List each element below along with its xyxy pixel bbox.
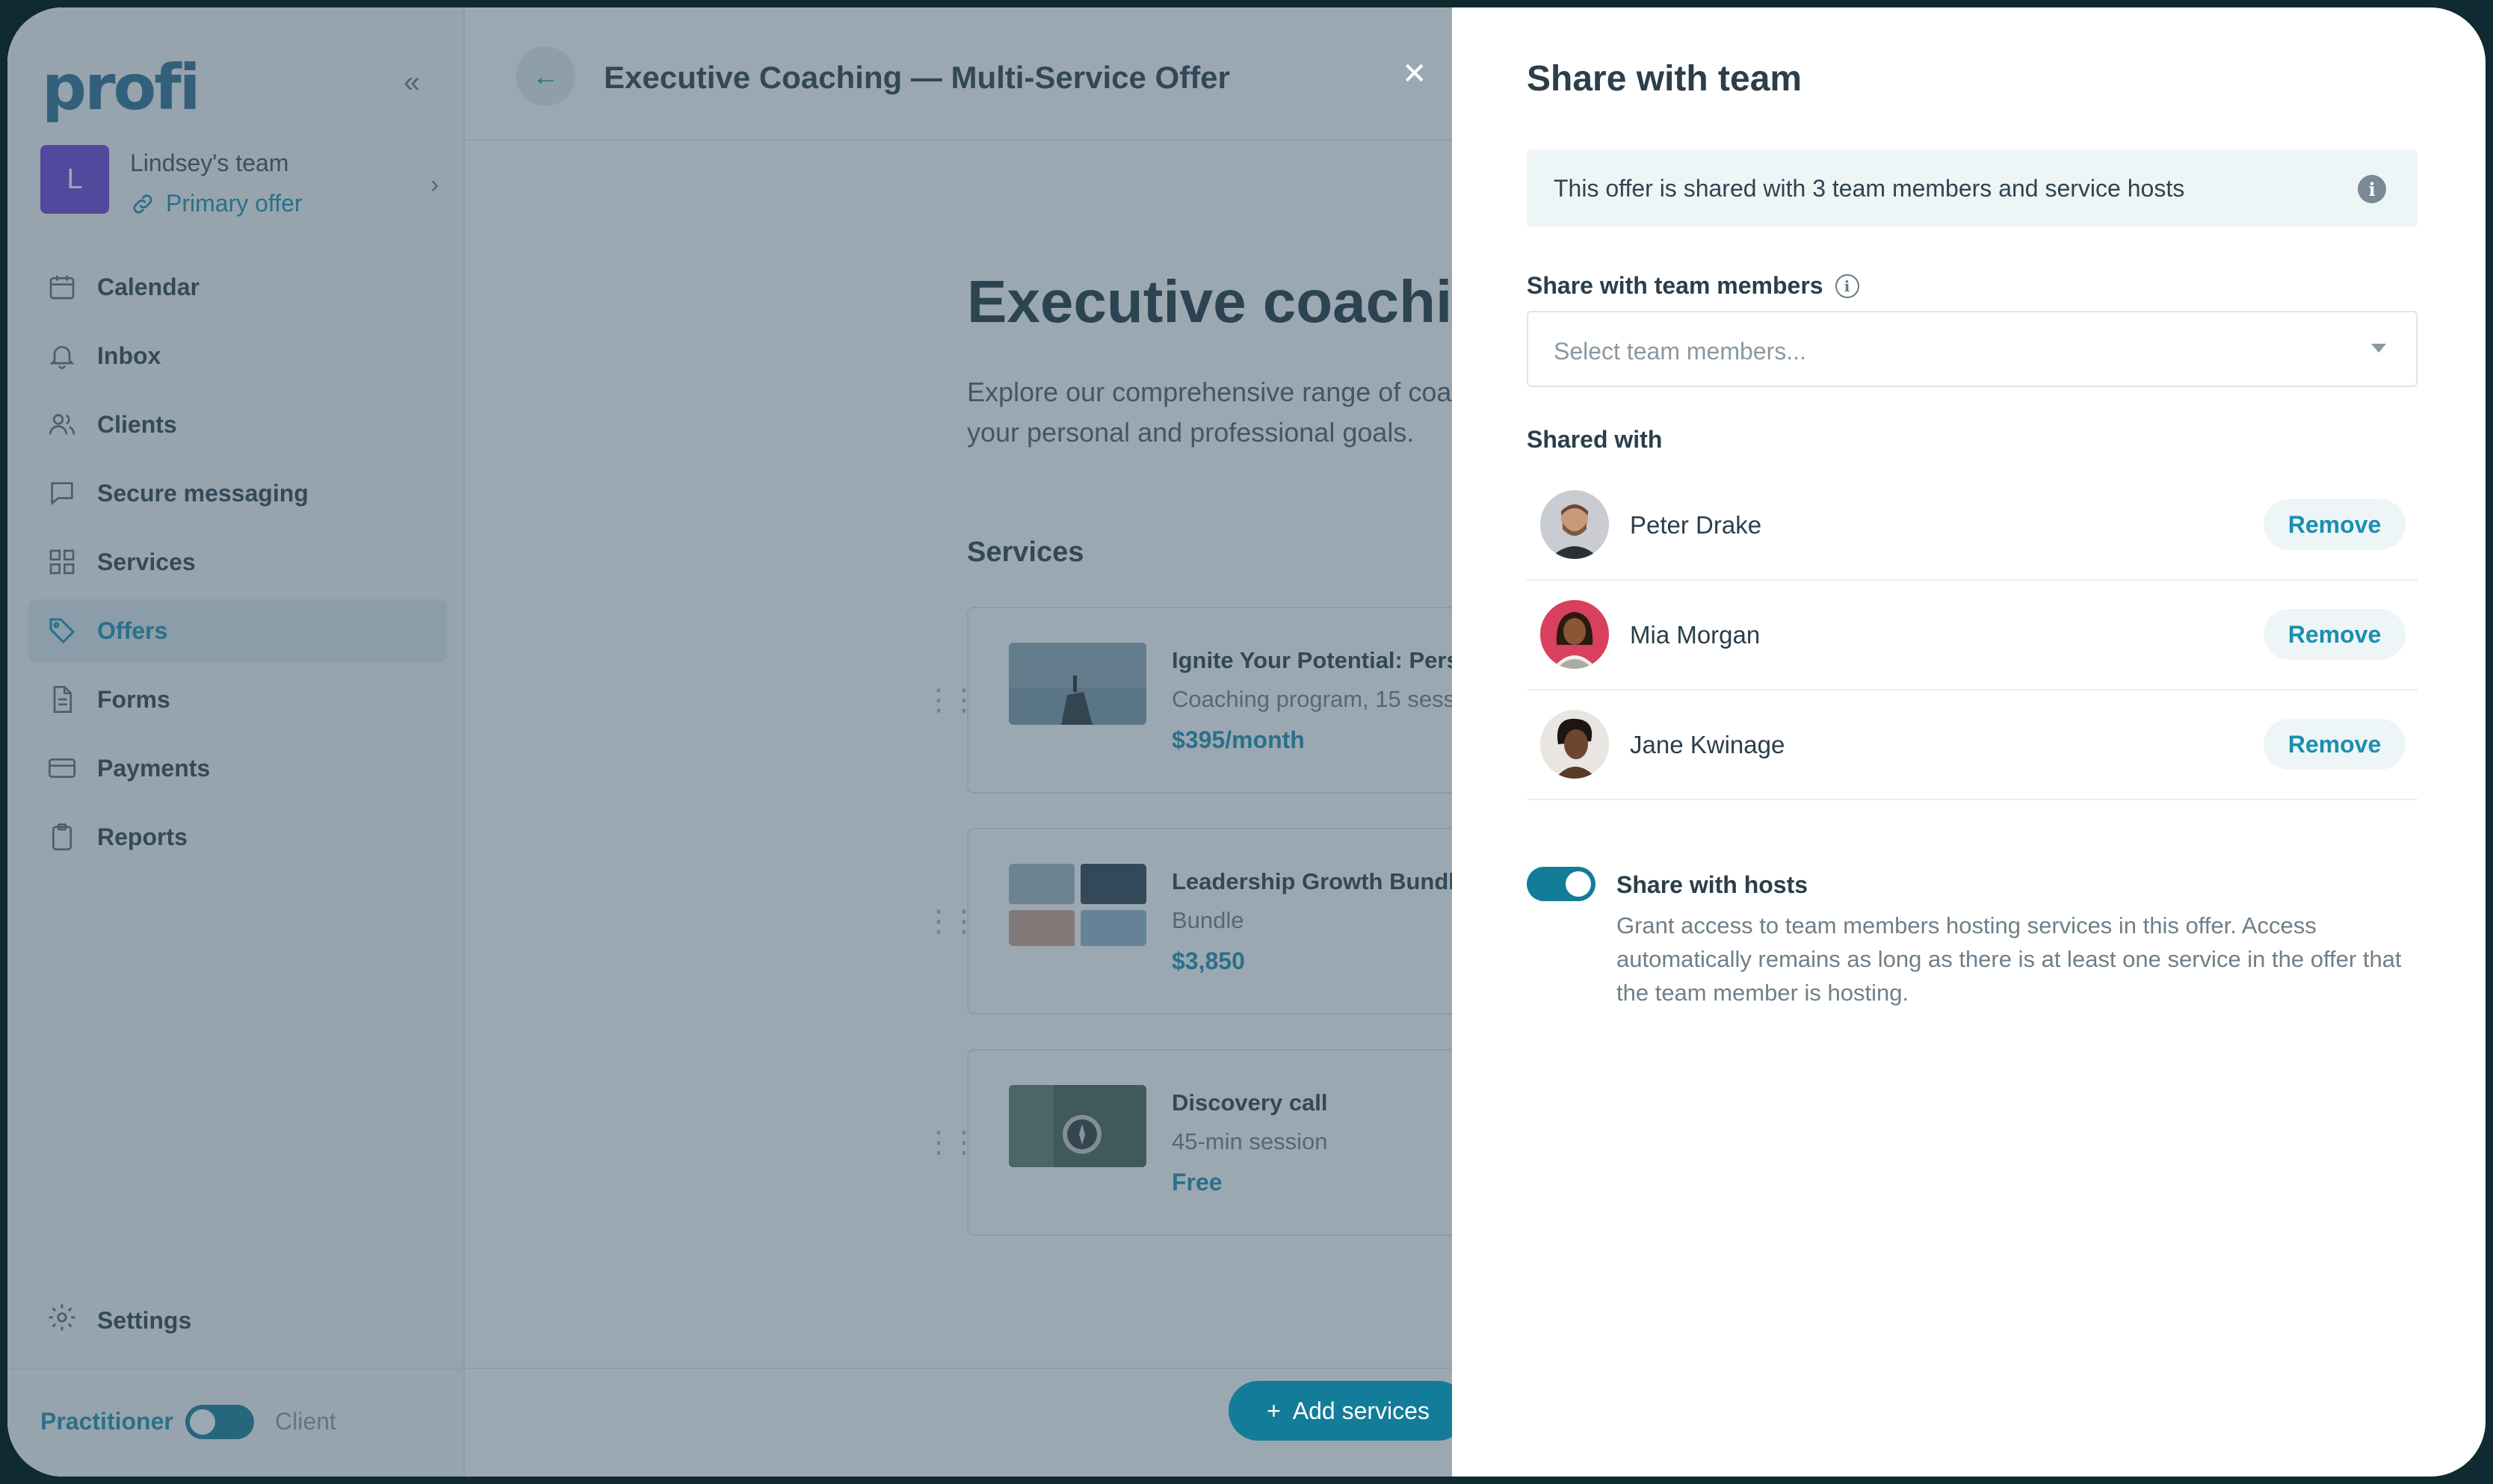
avatar: [1540, 600, 1609, 669]
avatar: [1540, 710, 1609, 779]
share-with-hosts-label: Share with hosts: [1616, 871, 1808, 898]
share-with-hosts-toggle[interactable]: [1527, 867, 1595, 901]
share-panel: Share with team This offer is shared wit…: [1452, 7, 2486, 1477]
add-services-button[interactable]: + Add services: [1229, 1381, 1468, 1441]
info-banner: This offer is shared with 3 team members…: [1527, 149, 2418, 227]
list-item: Jane Kwinage Remove: [1527, 690, 2418, 800]
remove-button[interactable]: Remove: [2264, 499, 2406, 550]
remove-button[interactable]: Remove: [2264, 719, 2406, 770]
caret-down-icon: [2371, 344, 2386, 353]
info-icon: i: [2358, 175, 2386, 203]
team-members-label: Share with team members i: [1527, 272, 1859, 300]
list-item: Peter Drake Remove: [1527, 471, 2418, 581]
offer-editor: profi « L Lindsey's team Primary offer ›…: [7, 7, 1468, 1477]
list-item: Mia Morgan Remove: [1527, 581, 2418, 690]
panel-title: Share with team: [1527, 59, 1802, 99]
close-icon[interactable]: ✕: [1402, 57, 1427, 91]
info-text: This offer is shared with 3 team members…: [1554, 175, 2185, 202]
share-with-hosts-description: Grant access to team members hosting ser…: [1616, 912, 2402, 1006]
app-window: profi « L Lindsey's team Primary offer ›…: [7, 7, 2486, 1477]
avatar: [1540, 490, 1609, 559]
shared-members-list: Peter Drake Remove Mia Morgan Remove Jan…: [1527, 471, 2418, 800]
info-circle-icon[interactable]: i: [1835, 273, 1859, 298]
remove-button[interactable]: Remove: [2264, 609, 2406, 660]
shared-with-label: Shared with: [1527, 426, 1663, 453]
add-services-label: Add services: [1292, 1397, 1430, 1424]
member-name: Peter Drake: [1630, 511, 1762, 539]
member-name: Mia Morgan: [1630, 621, 1761, 649]
select-placeholder: Select team members...: [1554, 338, 1806, 365]
plus-icon: +: [1267, 1397, 1281, 1424]
team-members-select[interactable]: Select team members...: [1527, 311, 2418, 387]
team-members-label-text: Share with team members: [1527, 272, 1823, 299]
modal-overlay[interactable]: [7, 7, 1452, 1477]
member-name: Jane Kwinage: [1630, 731, 1785, 758]
